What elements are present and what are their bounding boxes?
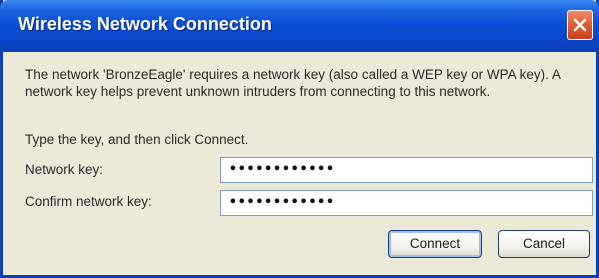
instruction-text: Type the key, and then click Connect. (25, 132, 249, 147)
info-message-line-1: The network 'BronzeEagle' requires a net… (25, 67, 561, 82)
window-title: Wireless Network Connection (18, 14, 272, 34)
dialog-content: The network 'BronzeEagle' requires a net… (3, 52, 596, 278)
confirm-key-field[interactable]: •••••••••••• (220, 190, 593, 216)
info-message-line-2: network key helps prevent unknown intrud… (25, 84, 491, 99)
title-bar[interactable]: Wireless Network Connection (0, 0, 599, 52)
close-button[interactable] (567, 10, 593, 40)
connect-button[interactable]: Connect (388, 230, 482, 258)
confirm-key-label: Confirm network key: (25, 194, 152, 209)
close-icon (573, 18, 587, 32)
cancel-button[interactable]: Cancel (498, 230, 590, 258)
info-message: The network 'BronzeEagle' requires a net… (25, 66, 585, 100)
dialog-window: Wireless Network Connection The network … (0, 0, 599, 278)
network-key-label: Network key: (25, 162, 104, 177)
network-key-field[interactable]: •••••••••••• (220, 157, 593, 183)
